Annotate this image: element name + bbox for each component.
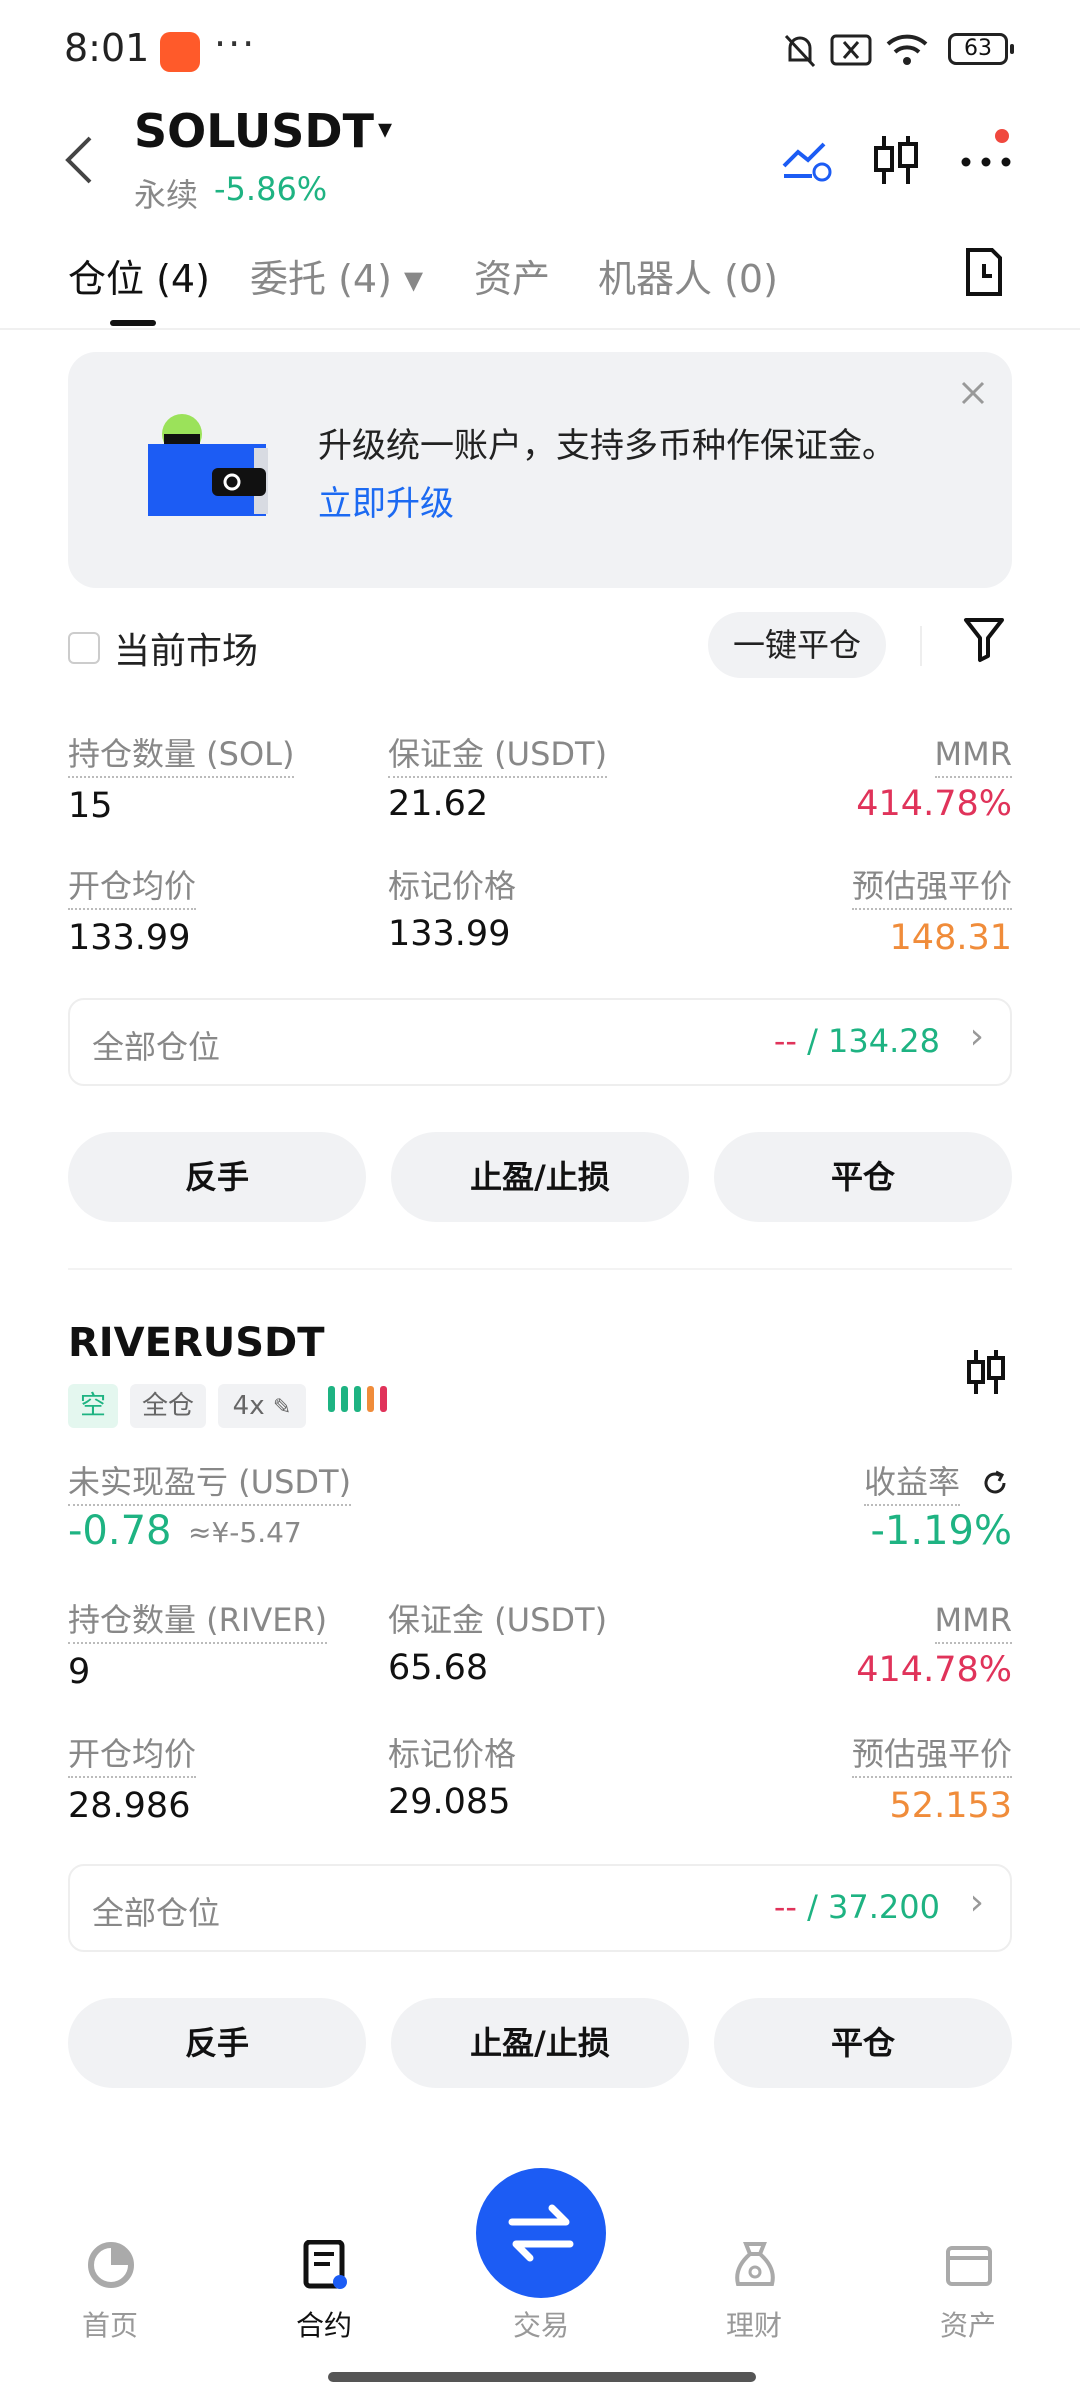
current-market-label[interactable]: 当前市场 [114,622,258,674]
tab-assets[interactable]: 资产 [474,248,550,303]
mark-price-value: 133.99 [388,914,511,954]
entry-price-value: 28.986 [68,1786,191,1826]
entry-price-label: 开仓均价 [68,1734,197,1778]
all-positions-label: 全部仓位 [92,1028,221,1066]
liq-price-label: 预估强平价 [851,866,1012,910]
trade-button[interactable] [476,2168,606,2298]
nav-home[interactable]: 首页 [50,2240,170,2350]
quantity-label: 持仓数量 (RIVER) [68,1600,328,1644]
chevron-right-icon: › [969,1882,984,1923]
tpsl-button[interactable]: 止盈/止损 [391,1132,689,1222]
upgrade-now-link[interactable]: 立即升级 [318,476,454,525]
earn-icon [735,2242,775,2286]
reverse-button[interactable]: 反手 [68,1132,366,1222]
tab-positions[interactable]: 仓位 (4) [68,248,210,303]
unrealized-pnl-label: 未实现盈亏 (USDT) [68,1462,352,1506]
all-positions-value: -- / 134.28 [773,1022,940,1060]
refresh-icon[interactable] [980,1468,1010,1498]
nav-futures[interactable]: 合约 [264,2240,384,2350]
no-sim-icon [830,34,872,66]
nav-assets-label: 资产 [939,2309,996,2342]
unrealized-pnl-value: -0.78 [68,1508,172,1554]
all-positions-row[interactable]: 全部仓位 -- / 37.200 › [68,1864,1012,1952]
mmr-label: MMR [934,734,1012,778]
mark-price-label: 标记价格 [388,867,517,905]
divider [68,1268,1012,1270]
liq-price-value: 148.31 [889,918,1012,958]
mmr-value: 414.78% [856,784,1012,824]
close-icon[interactable] [960,380,986,406]
home-icon [88,2242,134,2288]
quantity-value: 9 [68,1652,91,1692]
roi-label: 收益率 [863,1462,960,1506]
divider [920,626,922,666]
leverage-tag[interactable]: 4x ✎ [218,1384,306,1428]
swap-icon [508,2204,574,2262]
contract-type: 永续 [134,176,199,214]
nav-earn[interactable]: 理财 [694,2240,814,2350]
price-change: -5.86% [214,170,328,208]
position-symbol[interactable]: RIVERUSDT [68,1320,325,1366]
margin-label: 保证金 (USDT) [388,1601,608,1639]
home-indicator[interactable] [328,2372,756,2382]
close-all-button[interactable]: 一键平仓 [708,612,886,678]
margin-value: 21.62 [388,784,489,824]
mute-icon [784,34,816,68]
candlestick-icon[interactable] [962,1346,1010,1398]
filter-icon[interactable] [962,614,1006,664]
banner-text: 升级统一账户，支持多币种作保证金。 [318,426,896,466]
current-market-checkbox[interactable] [68,632,100,664]
chevron-down-icon[interactable]: ▾ [378,112,392,145]
nav-assets[interactable]: 资产 [908,2240,1028,2350]
tpsl-button[interactable]: 止盈/止损 [391,1998,689,2088]
quantity-value: 15 [68,786,113,826]
tab-orders[interactable]: 委托 (4) ▾ [250,248,423,303]
close-position-button[interactable]: 平仓 [714,1132,1012,1222]
margin-label: 保证金 (USDT) [388,734,608,778]
reverse-button[interactable]: 反手 [68,1998,366,2088]
margin-value: 65.68 [388,1648,489,1688]
liq-price-label: 预估强平价 [851,1734,1012,1778]
chart-analysis-icon[interactable] [778,130,838,190]
symbol-title[interactable]: SOLUSDT [134,104,374,158]
roi-value: -1.19% [870,1508,1012,1554]
unrealized-pnl-cny: ≈¥-5.47 [188,1516,302,1549]
history-icon[interactable] [962,246,1006,298]
wallet-icon [946,2246,992,2286]
nav-futures-label: 合约 [295,2309,352,2342]
nav-home-label: 首页 [81,2309,138,2342]
adl-indicator [328,1386,393,1416]
tab-bots[interactable]: 机器人 (0) [598,248,778,303]
more-notifications-icon: ··· [214,22,257,66]
edit-icon: ✎ [272,1395,292,1420]
status-time: 8:01 [64,26,150,70]
all-positions-value: -- / 37.200 [773,1888,940,1926]
wallet-illustration-icon [148,414,268,516]
all-positions-row[interactable]: 全部仓位 -- / 134.28 › [68,998,1012,1086]
contract-icon [303,2240,347,2289]
nav-earn-label: 理财 [725,2309,782,2342]
entry-price-value: 133.99 [68,918,191,958]
more-icon[interactable] [956,124,1016,184]
mmr-value: 414.78% [856,1650,1012,1690]
mark-price-value: 29.085 [388,1782,511,1822]
back-button[interactable] [60,130,100,190]
all-positions-label: 全部仓位 [92,1894,221,1932]
close-position-button[interactable]: 平仓 [714,1998,1012,2088]
nav-trade-label[interactable]: 交易 [481,2304,601,2344]
chevron-right-icon: › [969,1016,984,1057]
divider [0,328,1080,330]
app-notification-icon [160,32,200,72]
entry-price-label: 开仓均价 [68,866,197,910]
quantity-label: 持仓数量 (SOL) [68,734,295,778]
candlestick-icon[interactable] [866,130,926,190]
mmr-label: MMR [934,1600,1012,1644]
liq-price-value: 52.153 [889,1786,1012,1826]
wifi-icon [886,34,928,65]
active-tab-indicator [110,320,156,326]
margin-mode-tag[interactable]: 全仓 [130,1384,206,1428]
side-tag: 空 [68,1384,118,1428]
mark-price-label: 标记价格 [388,1735,517,1773]
battery-icon: 63 [948,33,1014,65]
